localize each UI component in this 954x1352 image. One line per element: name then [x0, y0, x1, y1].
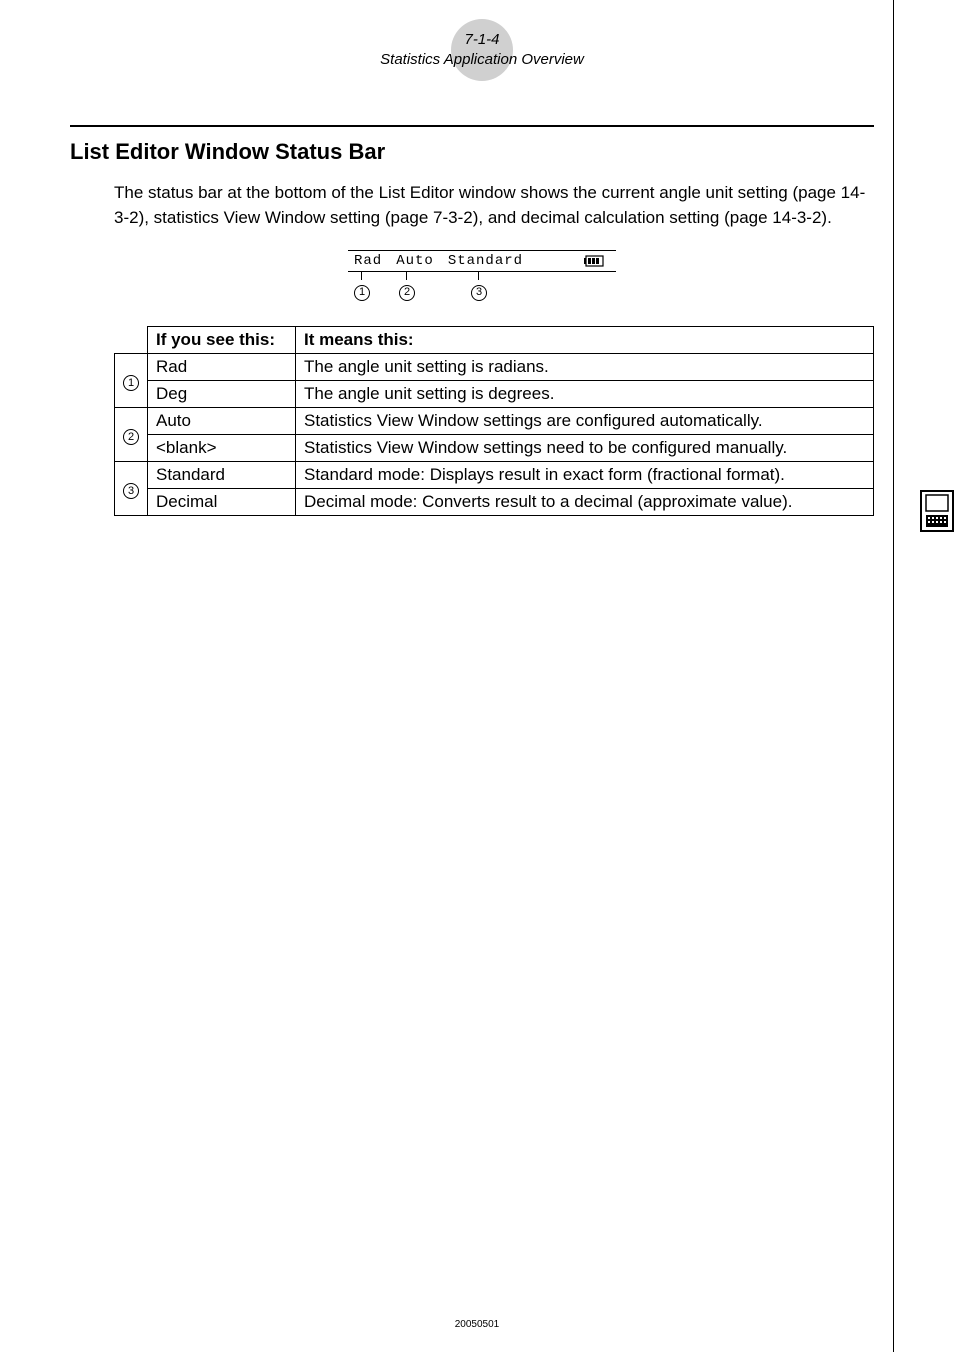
section-divider [70, 125, 874, 127]
table-num-cell: 2 [115, 408, 148, 462]
table-see-cell: Rad [148, 354, 296, 381]
table-row: 3 Standard Standard mode: Displays resul… [115, 462, 874, 489]
status-label-2: 2 [399, 285, 415, 301]
table-header-means: It means this: [296, 327, 874, 354]
table-means-cell: Standard mode: Displays result in exact … [296, 462, 874, 489]
table-header-see: If you see this: [148, 327, 296, 354]
status-tick-marks [348, 272, 616, 282]
table-header-row: If you see this: It means this: [115, 327, 874, 354]
table-see-cell: <blank> [148, 435, 296, 462]
header-subtitle: Statistics Application Overview [380, 50, 584, 70]
table-row: Deg The angle unit setting is degrees. [115, 381, 874, 408]
status-labels: 1 2 3 [348, 282, 616, 302]
table-see-cell: Deg [148, 381, 296, 408]
battery-icon [584, 255, 606, 267]
status-bar-figure: Rad Auto Standard [70, 250, 894, 302]
section-title: List Editor Window Status Bar [70, 139, 894, 165]
status-label-3: 3 [471, 285, 487, 301]
status-item-rad: Rad [354, 253, 382, 269]
status-item-auto: Auto [396, 253, 434, 269]
table-see-cell: Auto [148, 408, 296, 435]
table-num-cell: 1 [115, 354, 148, 408]
section-body-text: The status bar at the bottom of the List… [114, 181, 874, 230]
status-label-1: 1 [354, 285, 370, 301]
footer-date: 20050501 [455, 1319, 500, 1330]
table-row: <blank> Statistics View Window settings … [115, 435, 874, 462]
status-bar-display: Rad Auto Standard [348, 250, 616, 272]
table-means-cell: Statistics View Window settings need to … [296, 435, 874, 462]
header-page-number: 7-1-4 [380, 30, 584, 50]
right-page-border [893, 0, 894, 1352]
calculator-icon [920, 490, 954, 537]
table-row: Decimal Decimal mode: Converts result to… [115, 489, 874, 516]
table-row: 1 Rad The angle unit setting is radians. [115, 354, 874, 381]
table-means-cell: Statistics View Window settings are conf… [296, 408, 874, 435]
status-meanings-table: If you see this: It means this: 1 Rad Th… [114, 326, 874, 516]
table-num-cell: 3 [115, 462, 148, 516]
page-header: 7-1-4 Statistics Application Overview [70, 30, 894, 69]
table-see-cell: Decimal [148, 489, 296, 516]
table-row: 2 Auto Statistics View Window settings a… [115, 408, 874, 435]
table-empty-header [115, 327, 148, 354]
status-item-standard: Standard [448, 253, 523, 269]
table-see-cell: Standard [148, 462, 296, 489]
table-means-cell: Decimal mode: Converts result to a decim… [296, 489, 874, 516]
table-means-cell: The angle unit setting is degrees. [296, 381, 874, 408]
table-means-cell: The angle unit setting is radians. [296, 354, 874, 381]
